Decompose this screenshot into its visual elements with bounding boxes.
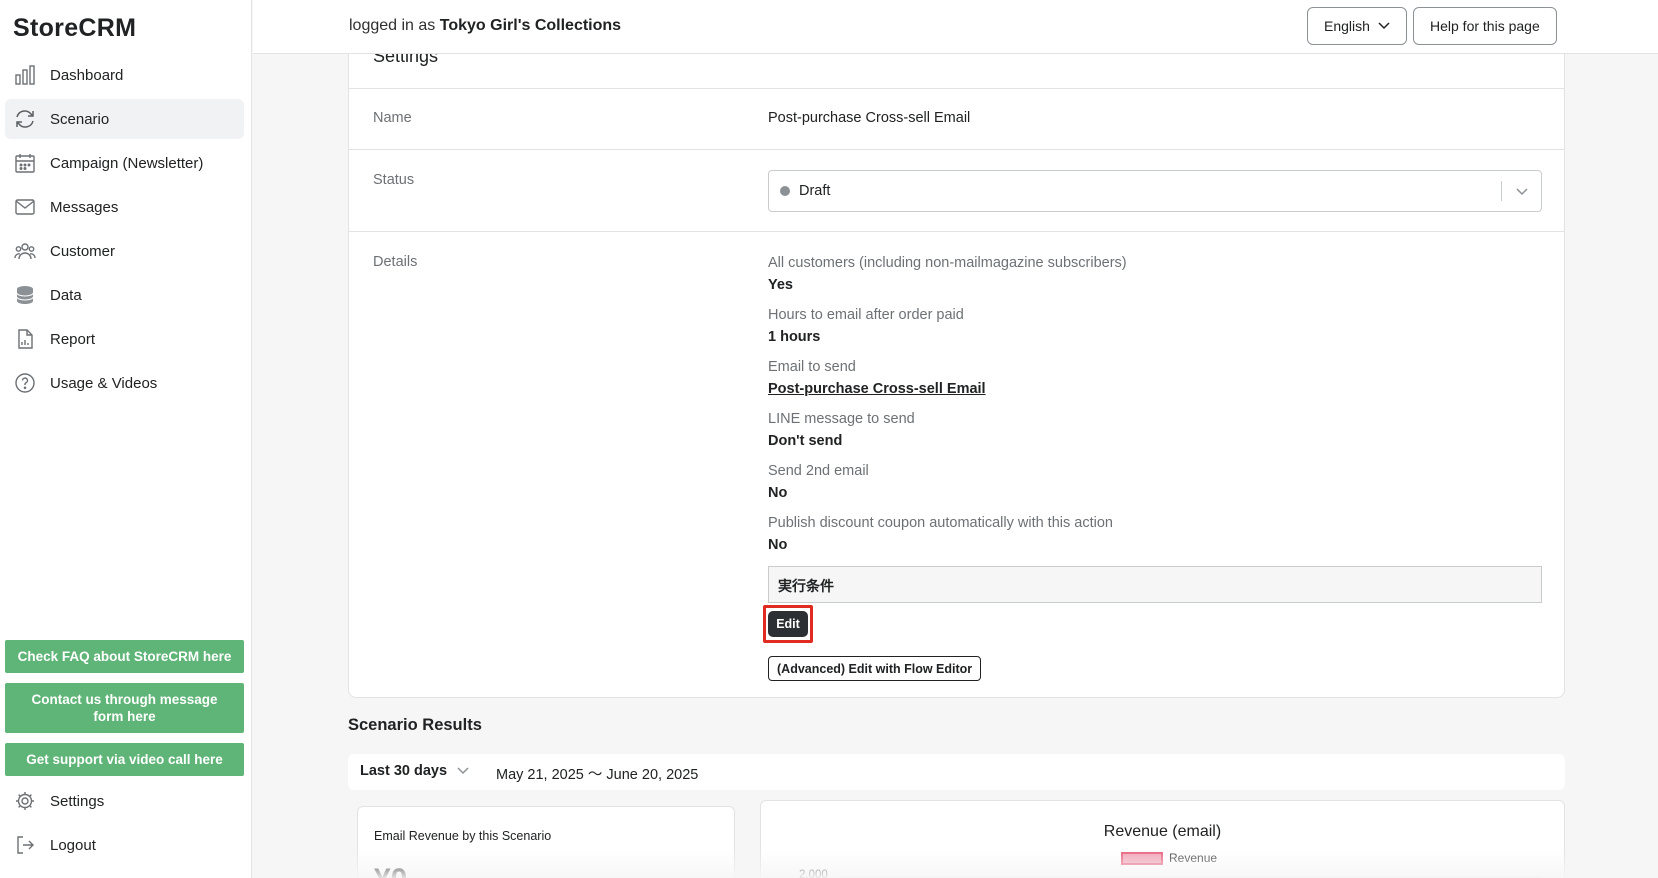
metric-value: ¥0 [374,863,407,878]
language-select[interactable]: English [1307,7,1407,45]
sidebar-item-label: Data [50,286,82,304]
detail-answer: No [768,485,788,501]
name-row: Name Post-purchase Cross-sell Email [349,88,1564,149]
database-icon [14,284,36,306]
sidebar-item-scenario[interactable]: Scenario [5,99,244,139]
chevron-down-icon [1516,188,1528,196]
detail-answer: Don't send [768,433,843,449]
sidebar-item-label: Report [50,330,96,348]
legend-label: Revenue [1169,851,1218,865]
detail-question: Publish discount coupon automatically wi… [768,515,1113,531]
detail-answer: Yes [768,277,793,293]
detail-email: Email to send Post-purchase Cross-sell E… [768,358,986,398]
range-select[interactable]: Last 30 days [360,763,469,779]
logged-in-prefix: logged in as [349,17,436,34]
help-button[interactable]: Help for this page [1413,7,1557,45]
settings-card: Settings Name Post-purchase Cross-sell E… [348,40,1565,698]
select-divider [1501,181,1502,201]
document-icon [14,328,36,350]
sidebar-item-label: Settings [50,792,105,810]
sidebar-item-logout[interactable]: Logout [5,825,244,865]
chart-legend[interactable]: Revenue [1121,851,1217,865]
metric-label: Email Revenue by this Scenario [374,829,552,843]
detail-all-customers: All customers (including non-mailmagazin… [768,254,1127,294]
detail-question: Email to send [768,359,856,375]
results-title: Scenario Results [348,716,482,734]
detail-second-email: Send 2nd email No [768,462,869,502]
language-label: English [1324,18,1370,34]
range-label: Last 30 days [360,763,448,779]
flow-editor-button[interactable]: (Advanced) Edit with Flow Editor [768,656,982,681]
name-label: Name [373,110,412,126]
y-tick-label: 2,000 [799,869,828,878]
gear-icon [14,790,36,812]
video-call-button[interactable]: Get support via video call here [5,743,244,776]
email-link[interactable]: Post-purchase Cross-sell Email [768,380,986,398]
help-circle-icon [14,372,36,394]
condition-box: 実行条件 [768,566,1542,603]
sidebar-item-label: Dashboard [50,66,124,84]
revenue-chart: Revenue (email) Revenue 2,000 [760,800,1565,878]
sidebar-item-label: Campaign (Newsletter) [50,154,204,172]
status-label: Status [373,172,415,188]
email-revenue-card: Email Revenue by this Scenario ¥0 [357,806,735,878]
details-row: Details All customers (including non-mai… [349,231,1564,699]
detail-question: All customers (including non-mailmagazin… [768,255,1127,271]
detail-line: LINE message to send Don't send [768,410,915,450]
detail-question: Hours to email after order paid [768,307,964,323]
detail-answer: 1 hours [768,329,821,345]
details-label: Details [373,254,418,270]
status-row: Status Draft [349,149,1564,231]
top-bar: logged in as Tokyo Girl's Collections En… [253,0,1658,54]
brand-logo[interactable]: StoreCRM [13,14,136,43]
edit-button[interactable]: Edit [768,611,808,637]
sidebar-item-label: Messages [50,198,119,216]
sidebar-item-label: Usage & Videos [50,374,158,392]
name-value: Post-purchase Cross-sell Email [768,110,971,126]
chart-title: Revenue (email) [1103,823,1222,840]
sidebar-item-label: Scenario [50,110,110,128]
detail-answer: No [768,537,788,553]
sidebar-item-campaign[interactable]: Campaign (Newsletter) [5,143,244,183]
faq-button[interactable]: Check FAQ about StoreCRM here [5,640,244,673]
sidebar-item-usage[interactable]: Usage & Videos [5,363,244,403]
sidebar-item-label: Customer [50,242,116,260]
bar-chart-icon [14,64,36,86]
contact-form-button[interactable]: Contact us through message form here [5,683,244,733]
logged-in-text: logged in as Tokyo Girl's Collections [349,17,621,35]
date-range-bar: Last 30 days May 21, 2025 〜 June 20, 202… [348,754,1565,790]
sidebar-item-data[interactable]: Data [5,275,244,315]
detail-question: LINE message to send [768,411,915,427]
chevron-down-icon [457,767,469,775]
chevron-down-icon [1378,22,1390,30]
logout-icon [14,834,36,856]
refresh-icon [14,108,36,130]
sidebar-item-report[interactable]: Report [5,319,244,359]
detail-question: Send 2nd email [768,463,869,479]
sidebar-item-settings[interactable]: Settings [5,781,244,821]
range-dates: May 21, 2025 〜 June 20, 2025 [496,767,699,783]
sidebar: StoreCRM Dashboard Scenario Campaign (Ne… [0,0,252,878]
sidebar-item-dashboard[interactable]: Dashboard [5,55,244,95]
status-dot [780,186,790,196]
status-value: Draft [799,183,831,199]
users-icon [14,240,36,262]
legend-swatch [1121,851,1163,865]
store-name: Tokyo Girl's Collections [439,17,622,34]
sidebar-nav: Dashboard Scenario Campaign (Newsletter)… [5,55,244,407]
status-select[interactable]: Draft [768,170,1542,212]
edit-highlight: Edit [763,605,813,643]
detail-hours: Hours to email after order paid 1 hours [768,306,964,346]
sidebar-item-messages[interactable]: Messages [5,187,244,227]
sidebar-item-label: Logout [50,836,96,854]
detail-coupon: Publish discount coupon automatically wi… [768,514,1113,554]
sidebar-item-customer[interactable]: Customer [5,231,244,271]
calendar-icon [14,152,36,174]
envelope-icon [14,196,36,218]
sidebar-bottom-nav: Settings Logout [5,781,244,869]
